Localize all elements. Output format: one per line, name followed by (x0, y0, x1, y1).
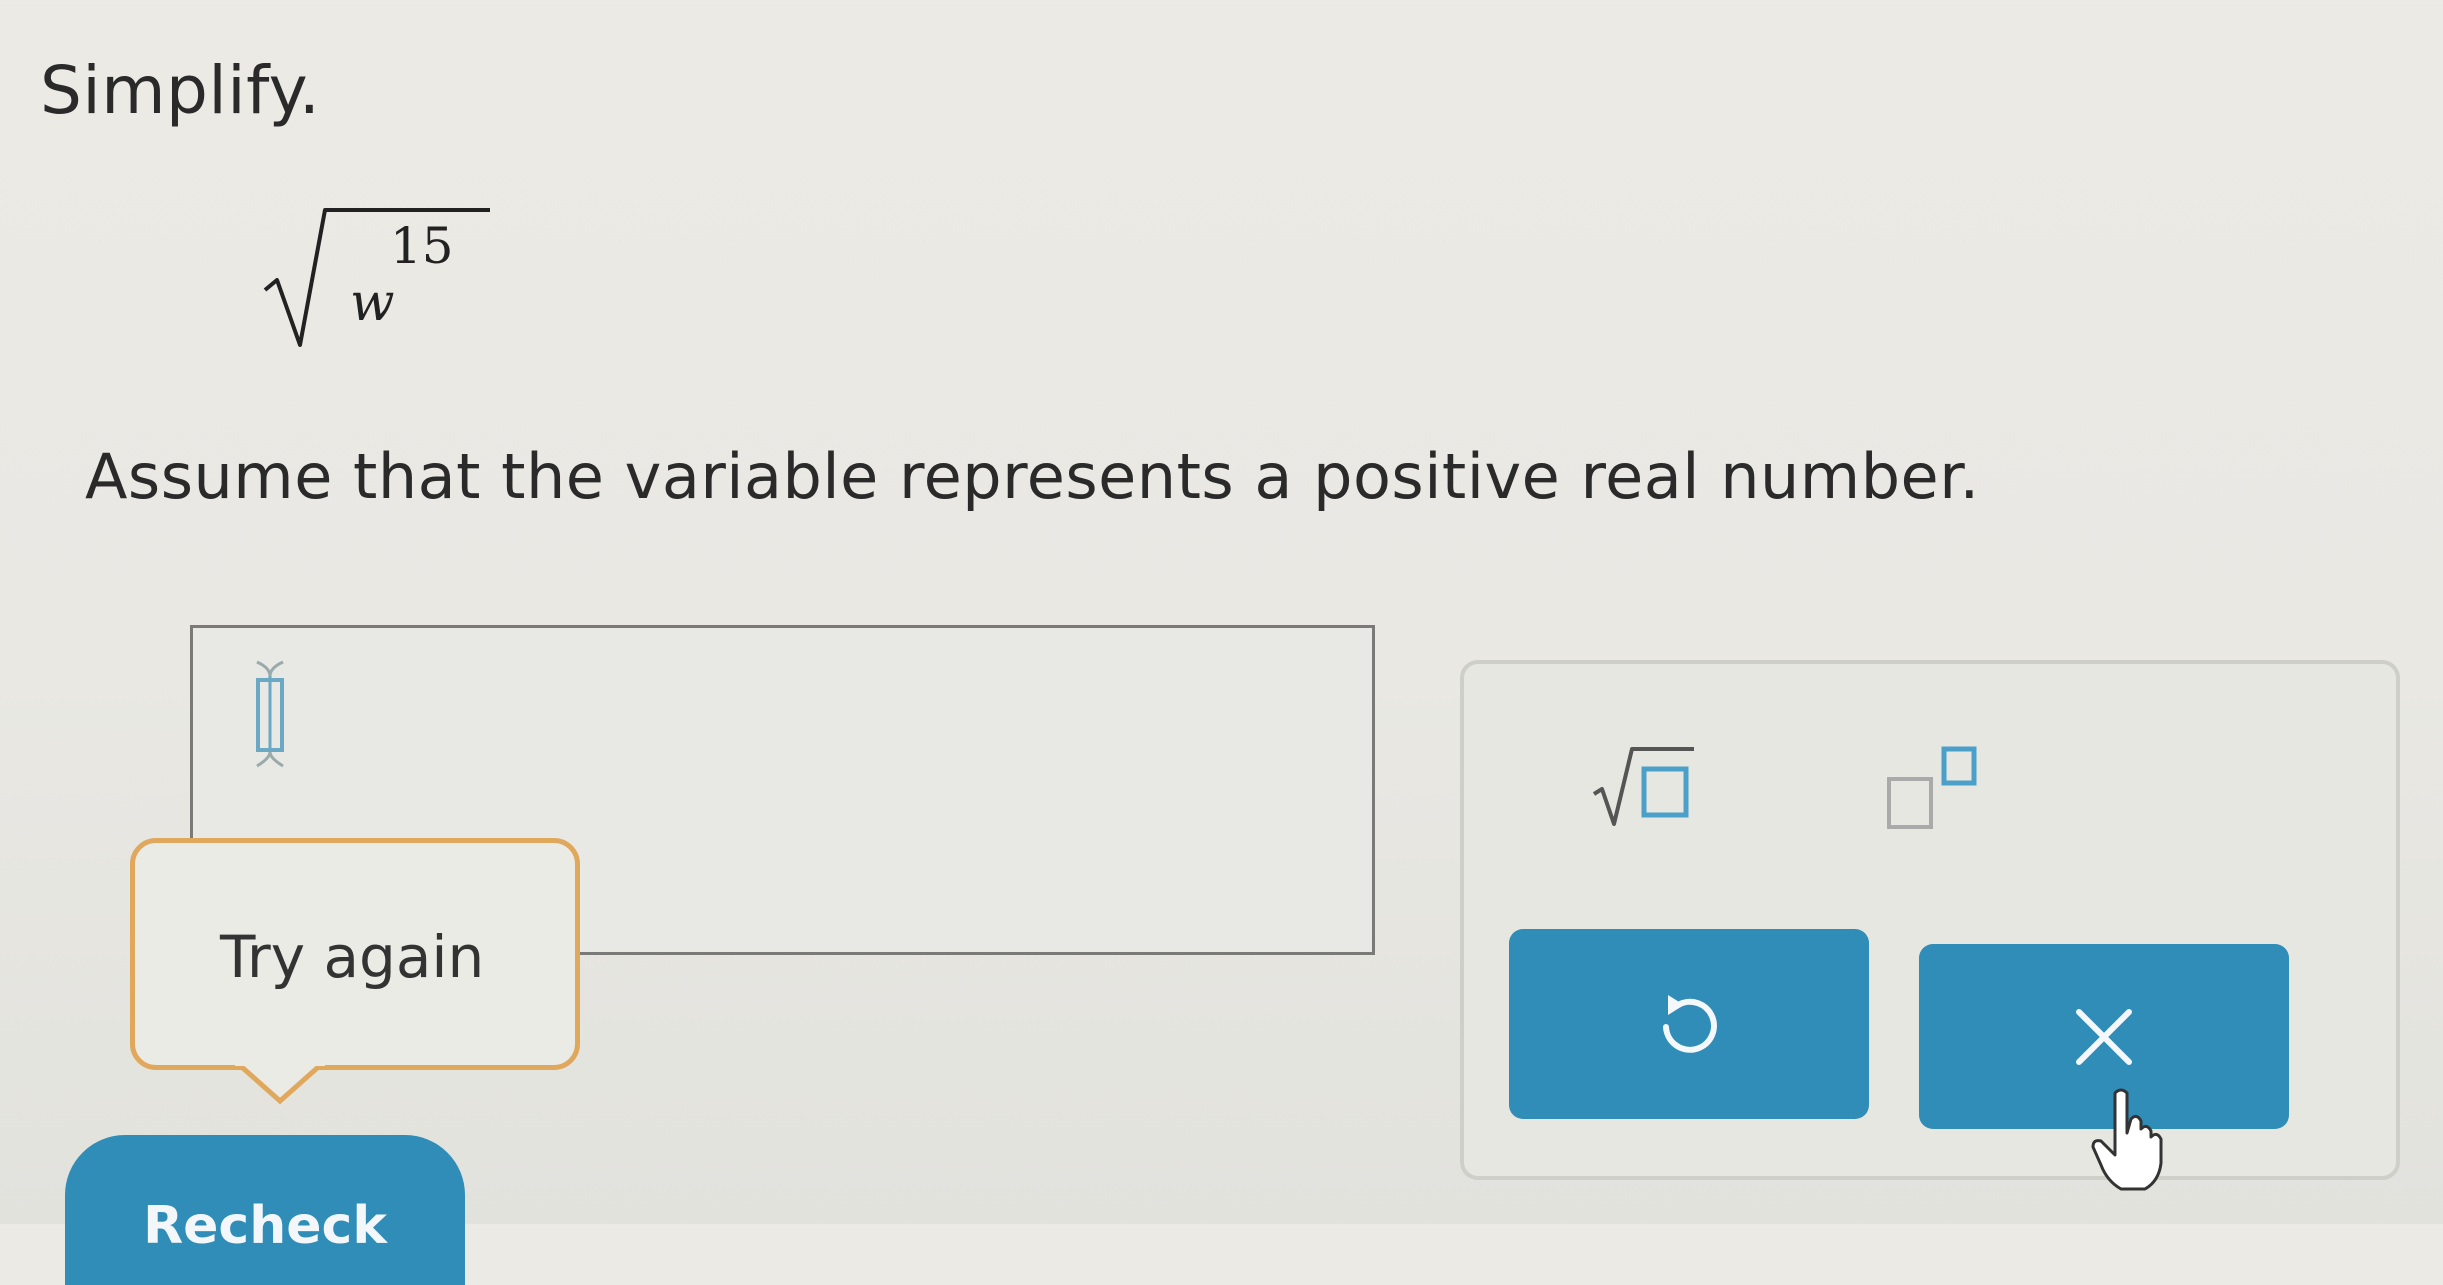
reset-key[interactable] (1509, 929, 1869, 1119)
assumption-text: Assume that the variable represents a po… (85, 440, 1980, 513)
expression-exponent: 15 (390, 217, 454, 275)
math-keypad (1460, 660, 2400, 1180)
bubble-tail (235, 1061, 325, 1105)
undo-icon (1663, 995, 1717, 1053)
instruction-text: Simplify. (40, 52, 321, 129)
exponent-key[interactable] (1864, 719, 2014, 839)
text-caret-icon (256, 660, 284, 768)
radical-expression: w 15 (255, 195, 495, 365)
square-root-key[interactable] (1574, 719, 1724, 839)
hand-pointer-icon (2091, 1088, 2163, 1191)
exponent-template-icon (1887, 746, 1977, 829)
close-icon (2076, 1008, 2132, 1065)
recheck-button[interactable]: Recheck (65, 1135, 465, 1285)
expression-base: w (350, 273, 395, 333)
feedback-bubble: Try again (130, 838, 580, 1105)
feedback-text: Try again (220, 923, 485, 991)
square-root-template-icon (1592, 747, 1694, 826)
